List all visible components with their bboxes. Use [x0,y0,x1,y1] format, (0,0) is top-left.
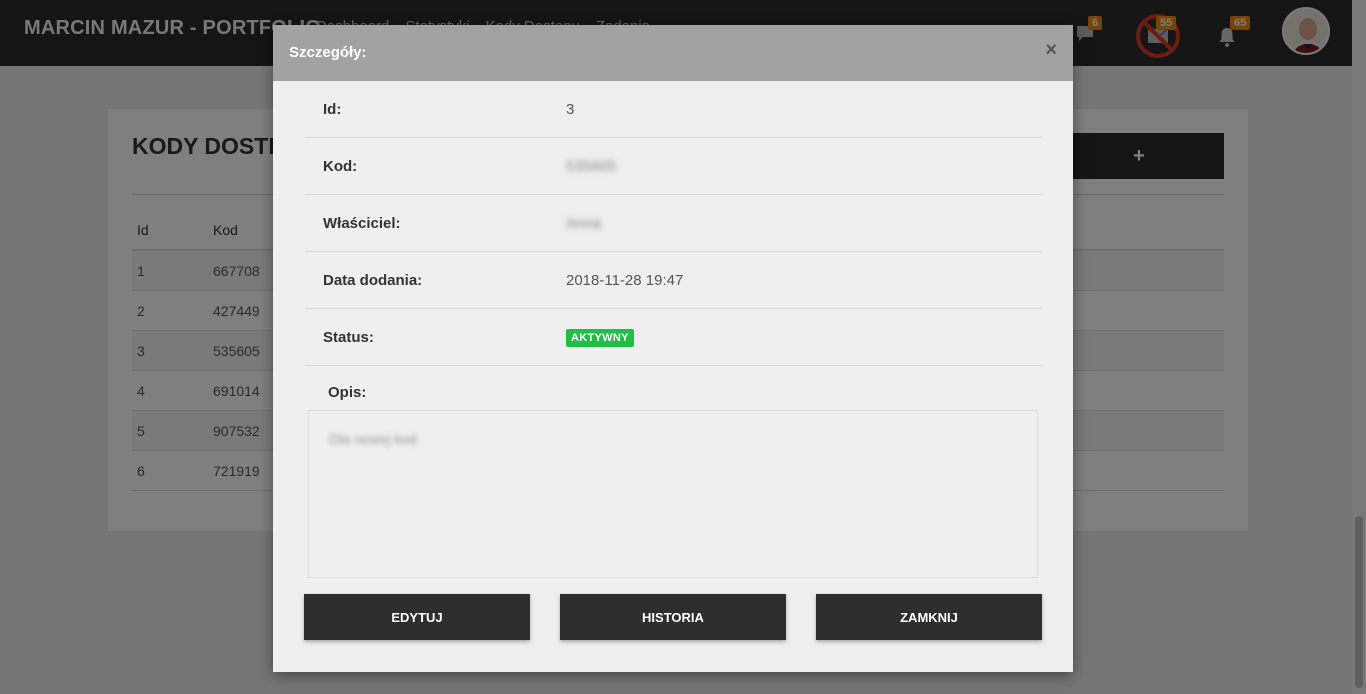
close-button[interactable]: ZAMKNIJ [816,594,1042,640]
detail-row-id: Id: 3 [305,81,1042,138]
detail-row-kod: Kod: 535605 [305,138,1042,195]
value-kod: 535605 [566,158,617,175]
label-id: Id: [323,101,342,118]
detail-row-status: Status: AKTYWNY [305,309,1042,366]
description-label: Opis: [328,384,367,401]
close-icon[interactable]: × [1045,40,1057,60]
modal-header: Szczegóły: × [273,25,1073,81]
description-field[interactable] [308,410,1038,578]
status-badge: AKTYWNY [566,329,634,347]
edit-button[interactable]: EDYTUJ [304,594,530,640]
details-modal: Szczegóły: × Id: 3 Kod: 535605 Właścicie… [273,25,1073,672]
description-text: Dla nowej kod [329,431,417,447]
label-owner: Właściciel: [323,215,401,232]
value-date: 2018-11-28 19:47 [566,272,684,289]
label-date: Data dodania: [323,272,423,289]
label-kod: Kod: [323,158,358,175]
detail-row-date: Data dodania: 2018-11-28 19:47 [305,252,1042,309]
value-owner: Anna [566,215,602,232]
history-button[interactable]: HISTORIA [560,594,786,640]
detail-row-owner: Właściciel: Anna [305,195,1042,252]
modal-title: Szczegóły: [289,44,367,61]
label-status: Status: [323,329,374,346]
value-id: 3 [566,101,575,118]
